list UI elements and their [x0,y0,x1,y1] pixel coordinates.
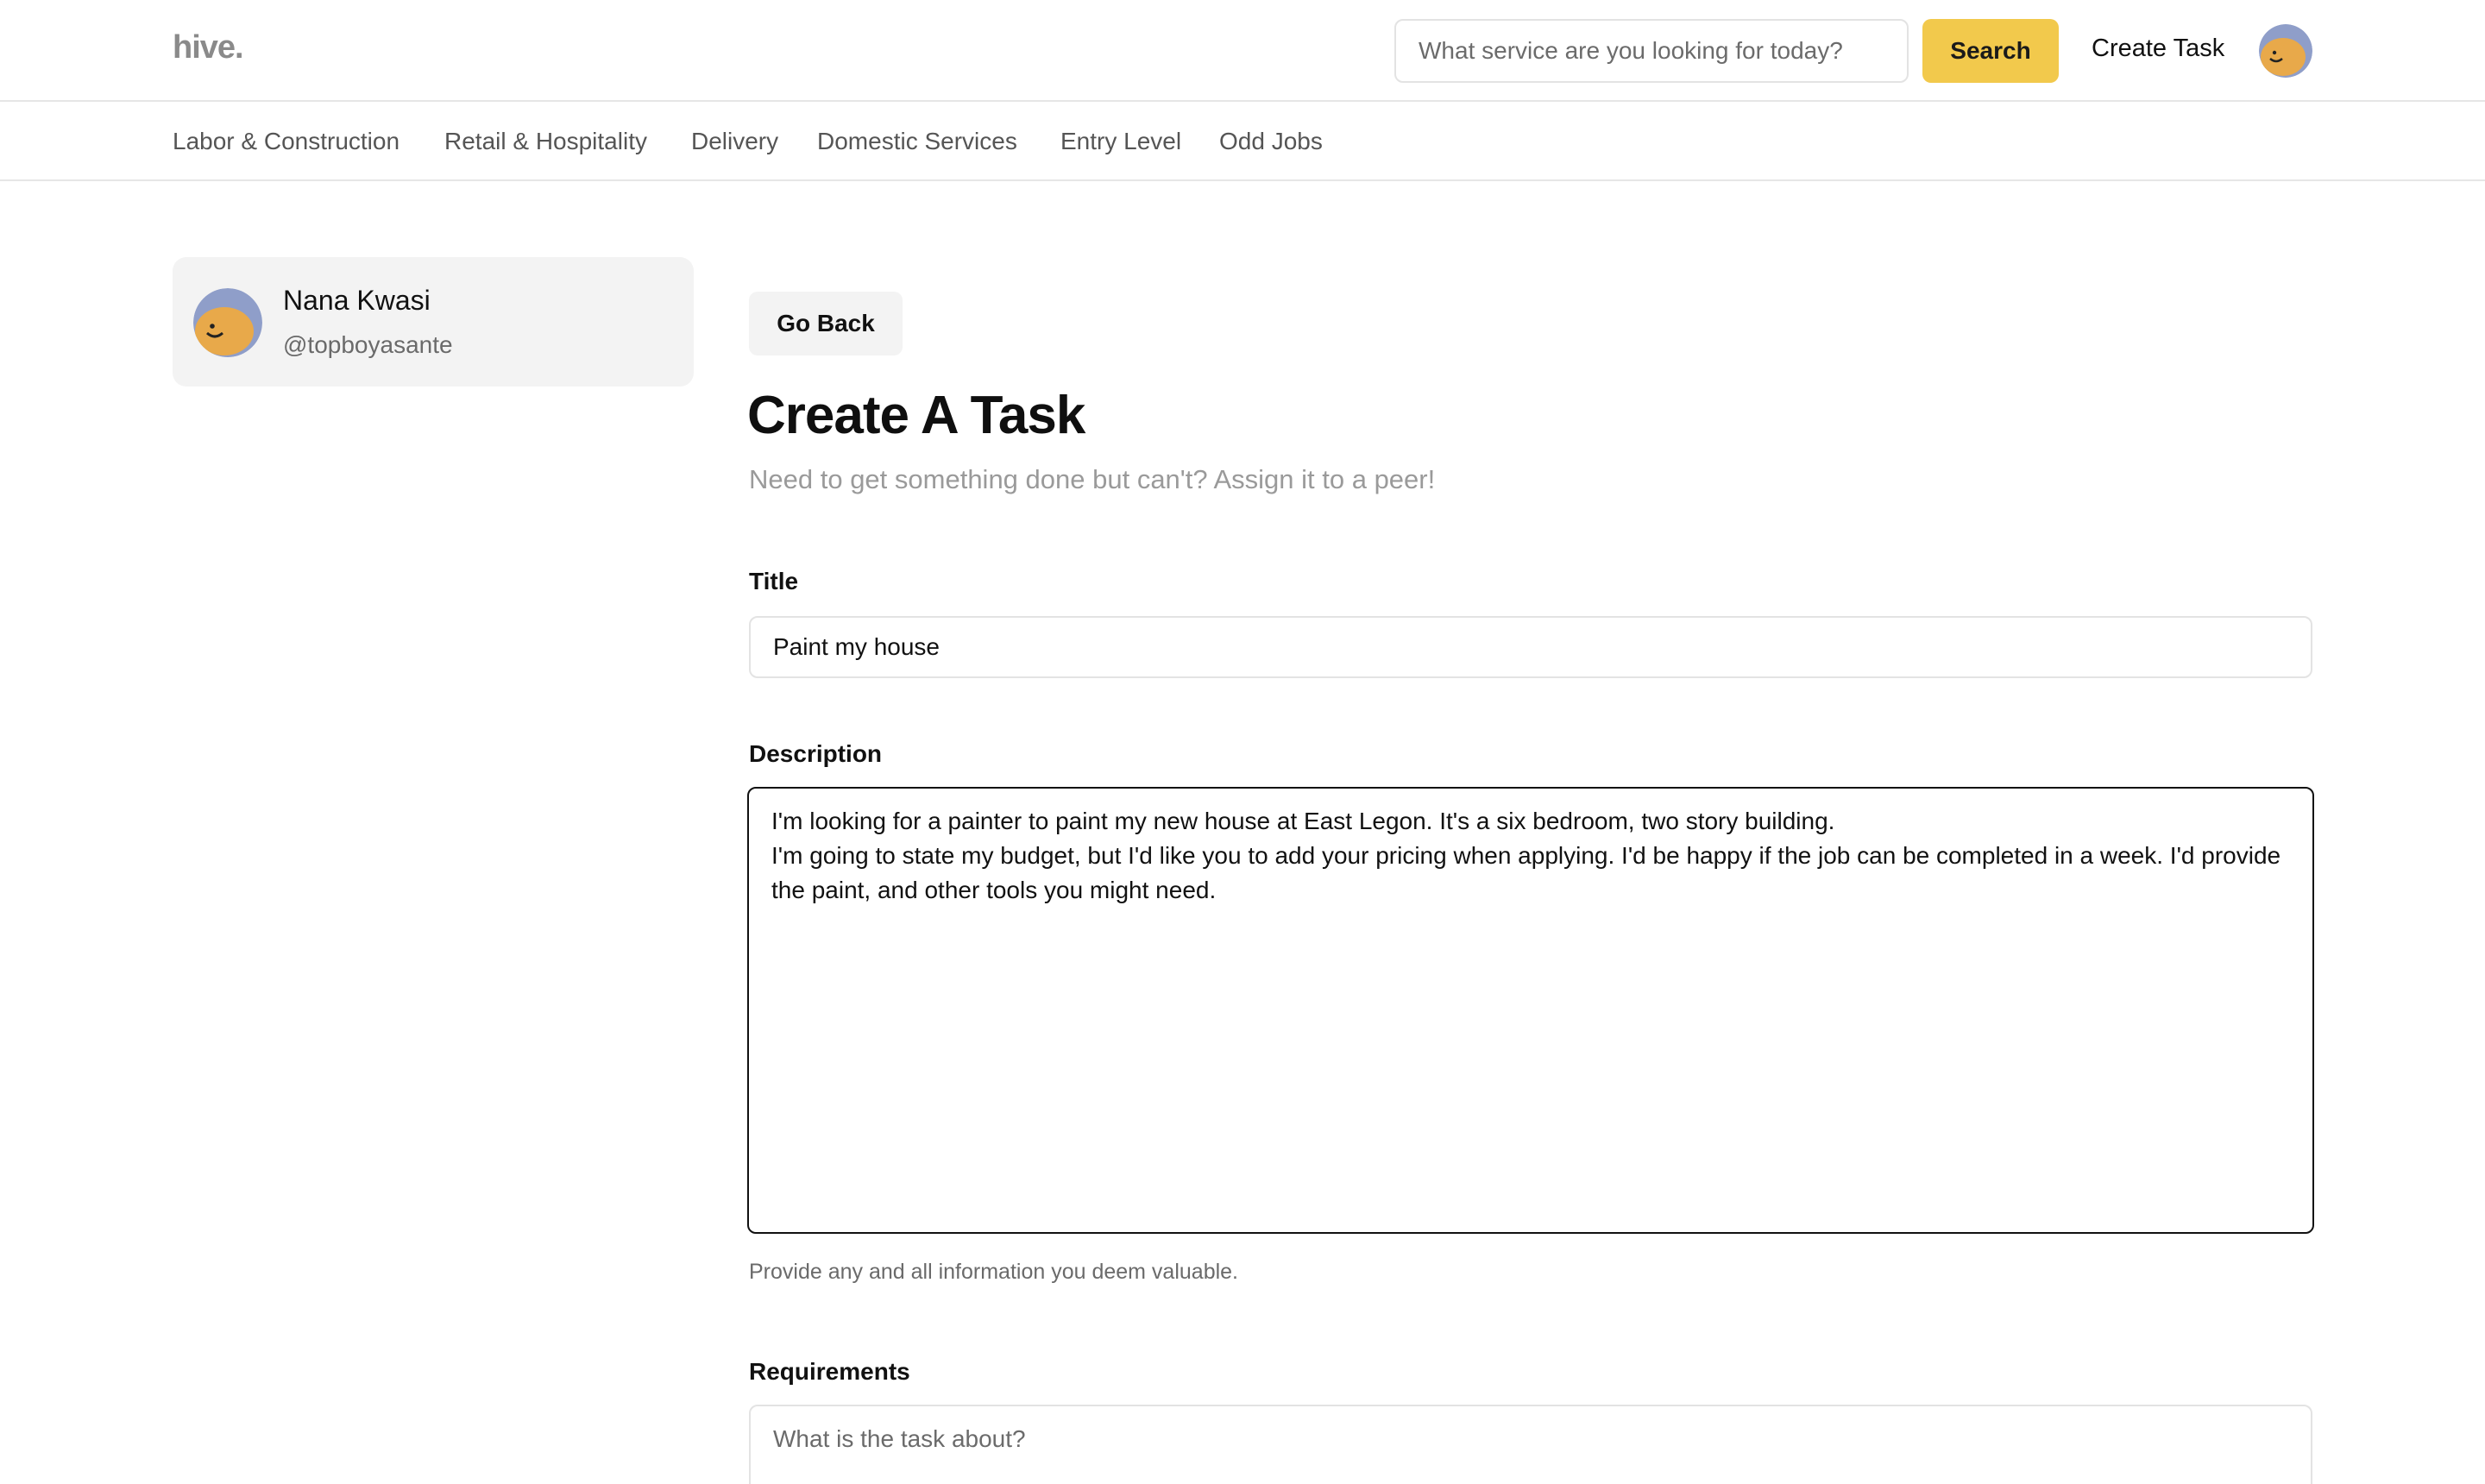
top-header: hive. Search Create Task [0,0,2485,102]
category-nav: Labor & Construction Retail & Hospitalit… [0,102,2485,181]
requirements-input[interactable] [749,1405,2312,1484]
page-subtitle: Need to get something done but can't? As… [749,464,1436,494]
category-domestic-services[interactable]: Domestic Services [817,128,1017,155]
category-entry-level[interactable]: Entry Level [1060,128,1181,155]
go-back-button[interactable]: Go Back [749,292,903,355]
description-label: Description [749,740,883,767]
page-title: Create A Task [747,386,1085,445]
title-input[interactable] [749,616,2312,678]
profile-handle: @topboyasante [283,331,453,358]
category-delivery[interactable]: Delivery [691,128,778,155]
create-task-link[interactable]: Create Task [2092,35,2224,63]
title-label: Title [749,568,799,594]
hive-logo[interactable]: hive. [173,29,244,66]
profile-card[interactable]: Nana Kwasi @topboyasante [173,257,694,387]
requirements-label: Requirements [749,1358,910,1385]
search-button[interactable]: Search [1922,19,2059,83]
profile-avatar-icon [193,288,262,357]
description-hint: Provide any and all information you deem… [749,1260,1239,1284]
profile-name: Nana Kwasi [283,285,431,316]
description-textarea[interactable]: I'm looking for a painter to paint my ne… [747,787,2314,1234]
search-input[interactable] [1394,19,1909,83]
user-avatar-icon[interactable] [2259,24,2312,78]
category-retail-hospitality[interactable]: Retail & Hospitality [444,128,647,155]
category-labor-construction[interactable]: Labor & Construction [173,128,399,155]
category-odd-jobs[interactable]: Odd Jobs [1219,128,1323,155]
